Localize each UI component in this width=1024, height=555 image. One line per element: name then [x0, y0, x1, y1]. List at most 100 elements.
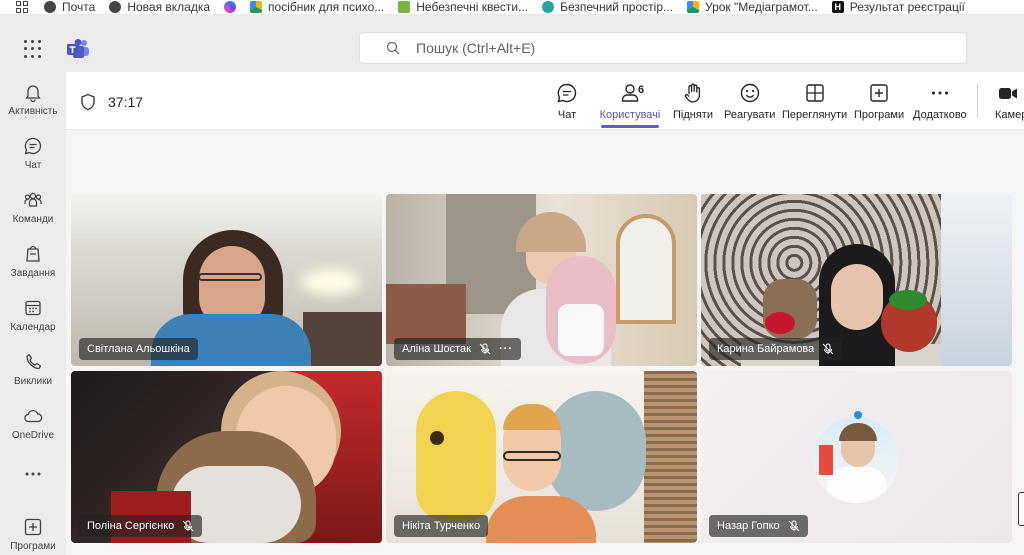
- participant-nameplate: Поліна Сергієнко: [79, 515, 203, 537]
- participant-name: Аліна Шостак: [402, 343, 471, 355]
- participant-tile[interactable]: Нікіта Турченко: [386, 371, 697, 543]
- toolbar-divider: [977, 84, 978, 118]
- bookmark-label: Результат реєстрації: [849, 0, 965, 14]
- more-icon: [25, 472, 41, 476]
- participant-name: Нікіта Турченко: [402, 520, 481, 532]
- teams-icon: [24, 192, 42, 207]
- rail-item-assignments[interactable]: Завдання: [0, 244, 66, 279]
- timer-text: 37:17: [108, 94, 144, 110]
- rail-label: Календар: [10, 322, 56, 333]
- calendar-icon: [25, 300, 41, 316]
- app-launcher-icon[interactable]: [24, 40, 42, 58]
- rail-label: OneDrive: [11, 430, 55, 441]
- camera-button[interactable]: Камер: [995, 82, 1024, 121]
- participant-tile[interactable]: Аліна Шостак ···: [386, 194, 697, 366]
- participant-name: Карина Байрамова: [717, 343, 815, 355]
- drive-icon: [250, 1, 263, 13]
- more-button[interactable]: Додатково: [913, 82, 967, 121]
- bookmarks-bar: Почта Новая вкладка посібник для психо..…: [0, 0, 1024, 14]
- bookmark-item[interactable]: Почта: [44, 0, 95, 14]
- participant-tile[interactable]: Світлана Альошкіна: [71, 194, 382, 366]
- rail-label: Чат: [24, 160, 42, 171]
- raise-hand-icon: [684, 83, 701, 103]
- assignments-icon: [26, 245, 40, 262]
- participant-name: Світлана Альошкіна: [87, 343, 190, 355]
- rail-label: Команди: [12, 214, 54, 225]
- rail-item-onedrive[interactable]: OneDrive: [0, 406, 66, 441]
- rail-item-apps[interactable]: Програми: [0, 517, 66, 552]
- plus-icon: [24, 518, 42, 536]
- teams-logo-icon: [67, 39, 89, 58]
- globe-icon: [109, 1, 122, 13]
- rail-label: Виклики: [13, 376, 53, 387]
- raise-label: Підняти: [673, 109, 713, 121]
- participant-nameplate: Назар Гопко: [709, 515, 808, 537]
- raise-hand-button[interactable]: Підняти: [673, 82, 713, 121]
- bookmark-item[interactable]: Небезпечні квести...: [398, 0, 528, 14]
- bookmark-item[interactable]: посібник для психо...: [250, 0, 384, 14]
- participant-nameplate: Світлана Альошкіна: [79, 338, 198, 360]
- meeting-header: 37:17 Чат 6 Користувачі Підняти Реагуват…: [66, 72, 1024, 130]
- participant-nameplate: Аліна Шостак ···: [394, 338, 521, 360]
- search-icon: [386, 41, 400, 55]
- site-icon: [542, 1, 555, 13]
- participant-name: Назар Гопко: [717, 520, 780, 532]
- apps-button[interactable]: Програми: [854, 82, 904, 121]
- canva-icon: [224, 1, 237, 13]
- bookmark-label: Безпечний простір...: [560, 0, 673, 14]
- bookmark-item[interactable]: Безпечний простір...: [542, 0, 673, 14]
- participant-nameplate: Карина Байрамова: [709, 338, 843, 360]
- participant-tile[interactable]: Поліна Сергієнко: [71, 371, 382, 543]
- rail-item-calendar[interactable]: Календар: [0, 298, 66, 333]
- camera-icon: [999, 88, 1017, 99]
- left-rail: Активність Чат Команди Завдання Календар…: [0, 72, 66, 555]
- participant-tile[interactable]: Карина Байрамова: [701, 194, 1012, 366]
- participant-name: Поліна Сергієнко: [87, 520, 175, 532]
- chat-icon: [557, 83, 577, 103]
- doc-icon: [398, 1, 411, 13]
- tile-more-icon[interactable]: ···: [499, 343, 513, 355]
- more-label: Додатково: [913, 109, 967, 121]
- chat-icon: [24, 137, 42, 155]
- rail-item-activity[interactable]: Активність: [0, 82, 66, 117]
- grid-view-icon: [805, 84, 824, 102]
- h-logo-icon: H: [831, 1, 844, 13]
- rail-item-calls[interactable]: Виклики: [0, 352, 66, 387]
- bookmark-item[interactable]: H Результат реєстрації: [831, 0, 965, 14]
- more-icon: [931, 91, 948, 95]
- mic-off-icon: [479, 343, 491, 355]
- meeting-timer: 37:17: [80, 93, 143, 111]
- phone-icon: [26, 353, 42, 370]
- bookmark-label: Урок "Медіаграмот...: [705, 0, 818, 14]
- bookmark-label: Небезпечні квести...: [416, 0, 529, 14]
- mic-off-icon: [182, 520, 194, 532]
- bookmark-item[interactable]: Новая вкладка: [109, 0, 210, 14]
- rail-item-more[interactable]: [0, 470, 66, 482]
- view-label: Переглянути: [782, 109, 848, 121]
- chat-button[interactable]: Чат: [556, 82, 578, 121]
- search-input[interactable]: Пошук (Ctrl+Alt+E): [359, 32, 967, 64]
- people-count-badge: 6: [638, 84, 645, 96]
- plus-icon: [870, 84, 888, 102]
- rail-item-teams[interactable]: Команди: [0, 190, 66, 225]
- rail-label: Активність: [8, 106, 58, 117]
- rail-label: Програми: [10, 541, 56, 552]
- bookmark-label: Почта: [62, 0, 96, 14]
- apps-grid-icon[interactable]: [16, 1, 30, 13]
- rail-label: Завдання: [10, 268, 56, 279]
- camera-label: Камер: [995, 109, 1024, 121]
- drive-icon: [687, 1, 699, 13]
- video-stage: Світлана Альошкіна Аліна Шостак ··· Кари…: [66, 130, 1024, 555]
- bookmark-item[interactable]: Урок "Медіаграмот...: [687, 0, 818, 14]
- bookmark-item[interactable]: [224, 0, 237, 14]
- react-button[interactable]: Реагувати: [724, 82, 775, 121]
- view-button[interactable]: Переглянути: [782, 82, 847, 121]
- mic-off-icon: [822, 343, 834, 355]
- people-button[interactable]: 6 Користувачі: [600, 82, 661, 121]
- participant-tile[interactable]: Назар Гопко: [701, 371, 1012, 543]
- mic-off-icon: [788, 520, 799, 532]
- rail-item-chat[interactable]: Чат: [0, 136, 66, 171]
- participant-nameplate: Нікіта Турченко: [394, 515, 489, 537]
- scrollbar-handle[interactable]: [1018, 492, 1024, 526]
- search-placeholder: Пошук (Ctrl+Alt+E): [416, 40, 536, 56]
